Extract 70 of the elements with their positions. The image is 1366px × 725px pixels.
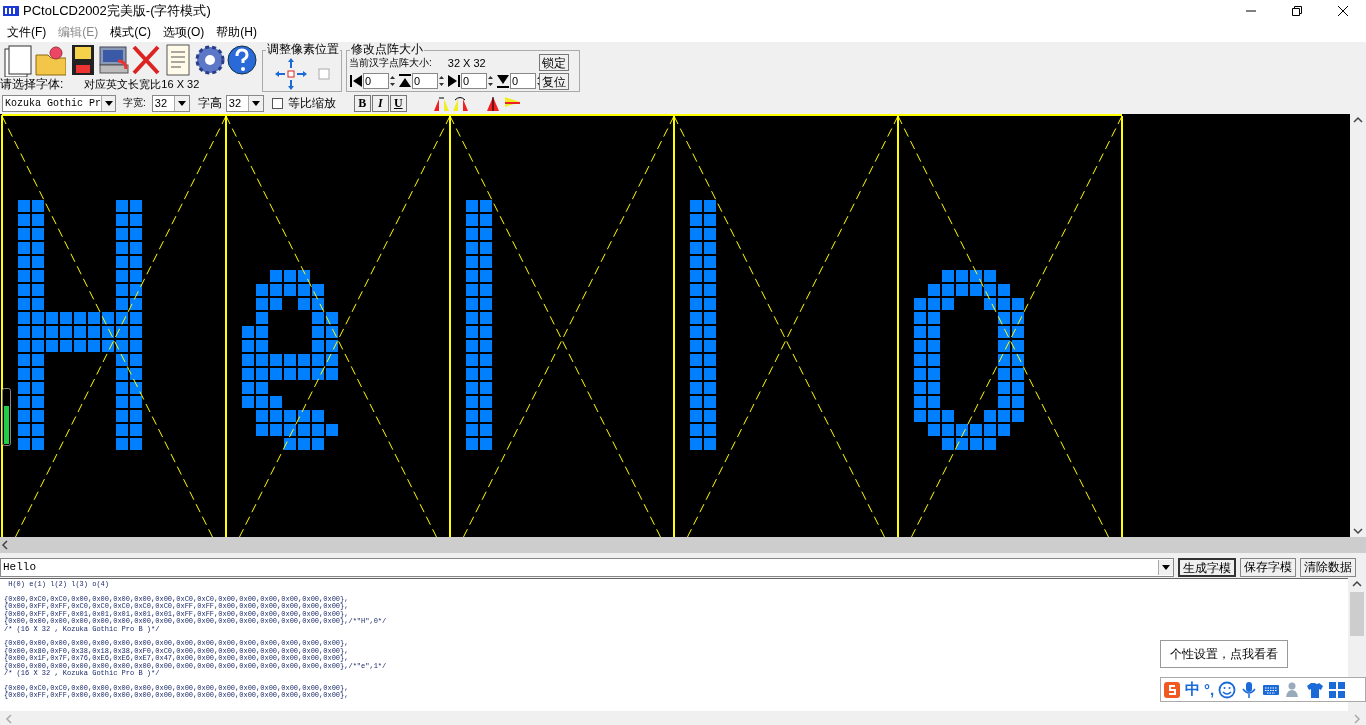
cross-icon[interactable]: [130, 43, 162, 77]
spin-arrows-icon[interactable]: [487, 74, 494, 88]
width-select[interactable]: 32: [151, 94, 190, 112]
flip-icon[interactable]: [451, 94, 469, 112]
group-title: 调整像素位置: [266, 43, 340, 56]
help-icon[interactable]: [226, 43, 258, 77]
shift-icon[interactable]: [349, 73, 363, 89]
flip-icon[interactable]: [484, 94, 502, 112]
menu-item[interactable]: 文件(F): [2, 23, 54, 41]
size-button[interactable]: 锁定: [539, 54, 569, 71]
height-label: 字高: [197, 94, 222, 112]
microphone-icon[interactable]: [1240, 680, 1259, 699]
style-button[interactable]: I: [371, 94, 389, 112]
spin-arrows-icon[interactable]: [389, 74, 396, 88]
proportional-label: 等比缩放: [287, 94, 336, 112]
size-button[interactable]: 复位: [539, 73, 569, 90]
current-size-value: 32 X 32: [447, 57, 486, 69]
action-button[interactable]: 保存字模: [1240, 557, 1296, 577]
shirt-icon[interactable]: [1306, 680, 1325, 699]
horizontal-scrollbar[interactable]: [0, 537, 1366, 553]
number-field[interactable]: 0: [412, 73, 438, 89]
number-field[interactable]: 0: [461, 73, 487, 89]
menu-item[interactable]: 模式(C): [105, 23, 158, 41]
gear-icon[interactable]: [194, 43, 226, 77]
dropdown-arrow-icon: [251, 100, 260, 106]
action-button[interactable]: 清除数据: [1300, 557, 1356, 577]
font-label: 请选择字体:: [0, 77, 64, 91]
number-field[interactable]: 0: [363, 73, 389, 89]
close-icon: [1338, 6, 1348, 16]
shift-icon[interactable]: [447, 73, 461, 89]
computer-disk-icon[interactable]: [98, 43, 130, 77]
dropdown-arrow-icon: [1162, 564, 1170, 570]
restore-icon: [1292, 6, 1302, 16]
punctuation-toggle[interactable]: °,: [1204, 681, 1215, 698]
action-button[interactable]: 生成字模: [1178, 557, 1236, 577]
text-input-field[interactable]: Hello: [0, 557, 1174, 577]
shift-icon[interactable]: [398, 73, 412, 89]
shift-icon[interactable]: [496, 73, 510, 89]
style-button[interactable]: B: [353, 94, 371, 112]
dropdown-button[interactable]: [173, 95, 189, 111]
dropdown-button[interactable]: [101, 95, 115, 111]
style-button[interactable]: U: [389, 94, 407, 112]
menu-item[interactable]: 选项(O): [158, 23, 212, 41]
new-document-icon[interactable]: [2, 43, 34, 77]
group-title: 修改点阵大小: [350, 43, 424, 56]
level-meter-icon: [2, 388, 11, 446]
app-icon: [3, 4, 19, 18]
dropdown-button[interactable]: [247, 95, 263, 111]
grid-icon[interactable]: [1328, 680, 1347, 699]
smiley-icon[interactable]: [1218, 680, 1237, 699]
dropdown-arrow-icon: [105, 100, 113, 106]
dropdown-arrow-icon: [177, 100, 186, 106]
number-field[interactable]: 0: [510, 73, 536, 89]
width-label: 字宽:: [123, 96, 146, 110]
s-logo-icon[interactable]: [1163, 680, 1181, 699]
spin-arrows-icon[interactable]: [438, 74, 445, 88]
window-title: PCtoLCD2002完美版-(字符模式): [23, 2, 212, 20]
pixel-canvas[interactable]: [0, 114, 1350, 537]
folder-icon[interactable]: [34, 43, 66, 77]
dropdown-button[interactable]: [1158, 559, 1173, 575]
current-size-label: 当前汉字点阵大小:: [349, 56, 432, 70]
input-mode-toggle[interactable]: 中: [1185, 680, 1200, 699]
output-text-area[interactable]: [0, 578, 1348, 711]
menu-item[interactable]: 帮助(H): [211, 23, 264, 41]
tooltip: 个性设置，点我看看: [1160, 640, 1288, 668]
ratio-text: 对应英文长宽比16 X 32: [84, 77, 200, 91]
font-select[interactable]: Kozuka Gothic Pr: [2, 94, 116, 112]
proportional-checkbox[interactable]: [271, 97, 283, 109]
height-select[interactable]: 32: [225, 94, 264, 112]
vertical-scrollbar[interactable]: [1350, 114, 1366, 537]
